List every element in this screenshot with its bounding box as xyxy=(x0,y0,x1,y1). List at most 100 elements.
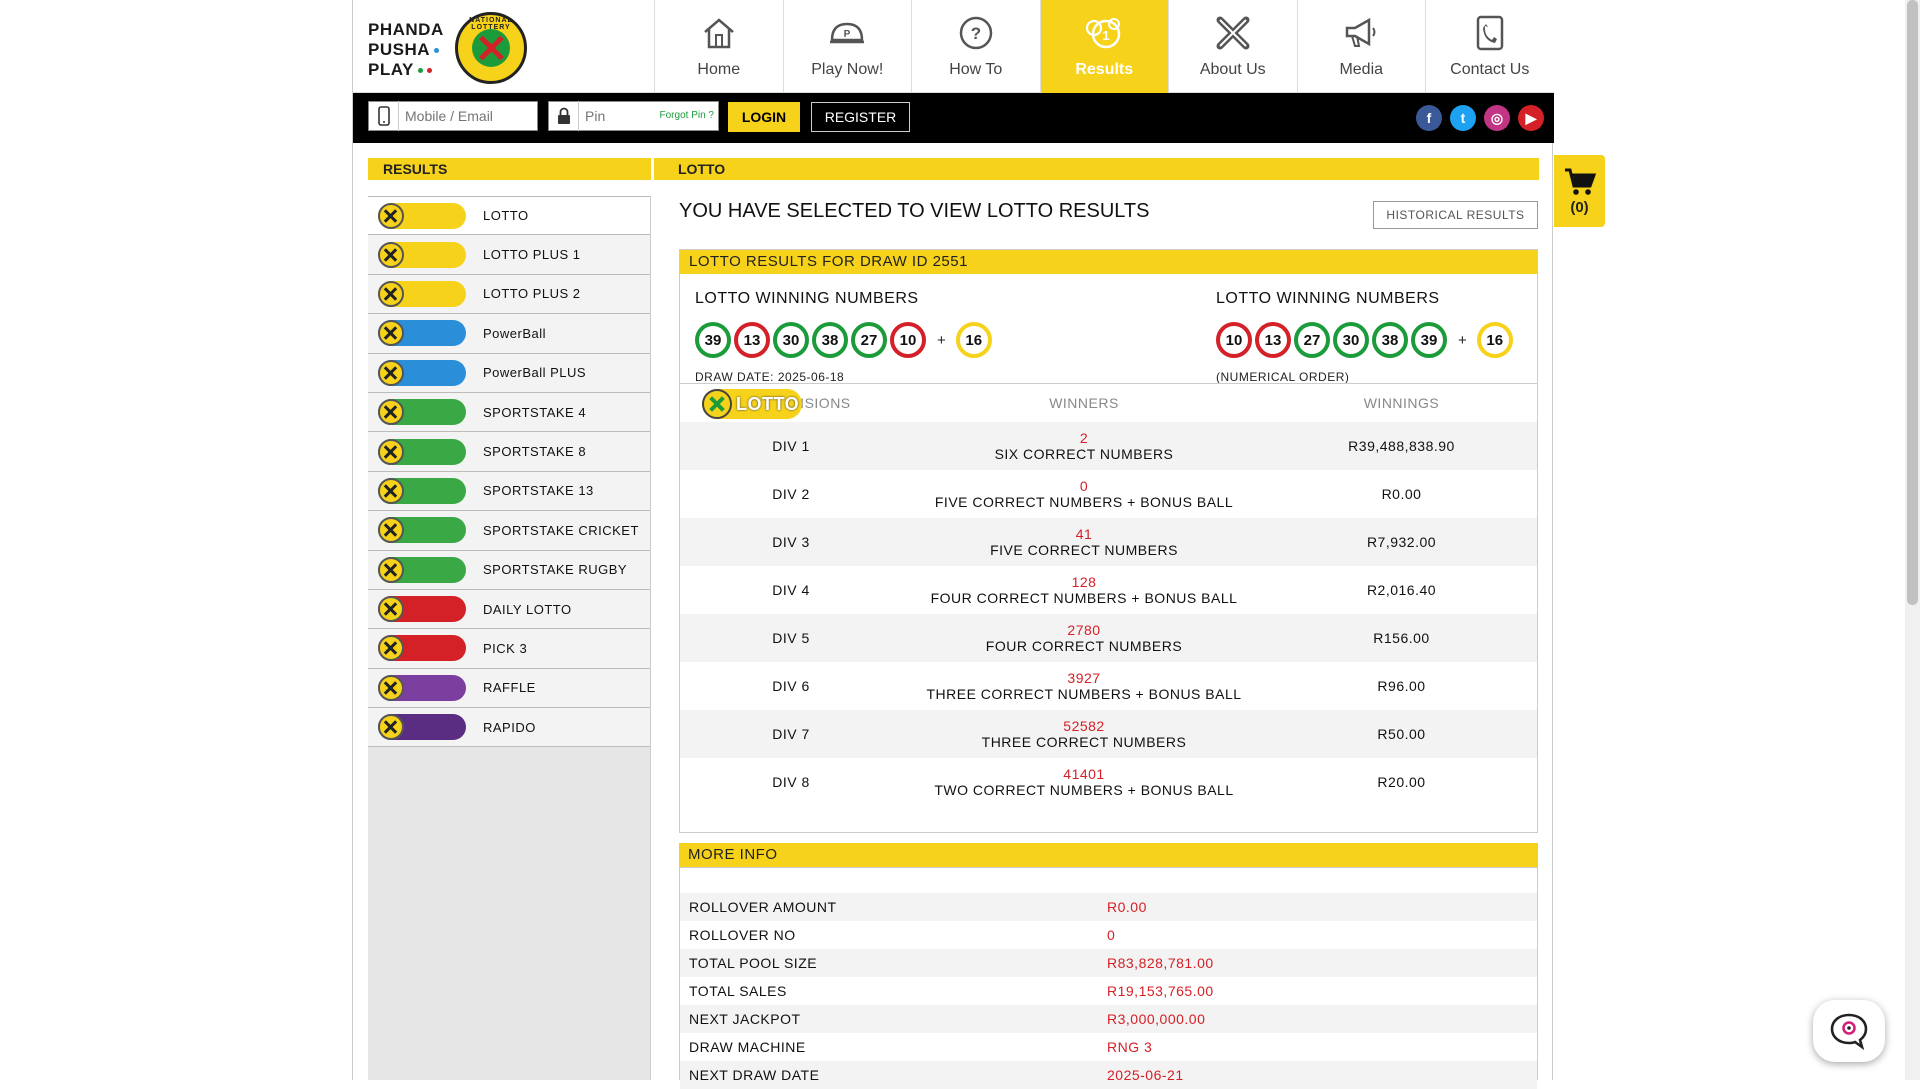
more-info-label: DRAW MACHINE xyxy=(689,1039,806,1055)
lottery-x-icon xyxy=(378,556,404,583)
nav-item-how-to[interactable]: ? How To xyxy=(911,0,1040,93)
twitter-icon[interactable]: t xyxy=(1450,105,1476,131)
results-icon: 1 xyxy=(1084,13,1124,53)
more-info-label: NEXT DRAW DATE xyxy=(689,1067,820,1083)
sidebar-item-label: DAILY LOTTO xyxy=(483,601,572,617)
svg-text:?: ? xyxy=(971,24,981,43)
lottery-x-icon xyxy=(378,359,404,386)
sidebar-item-lotto-plus-1[interactable]: LOTTO PLUS 1 xyxy=(368,235,650,275)
nav-item-media[interactable]: Media xyxy=(1296,0,1426,93)
division-description: FIVE CORRECT NUMBERS + BONUS BALL xyxy=(934,494,1234,510)
sidebar-item-sportstake-cricket[interactable]: SPORTSTAKE CRICKET xyxy=(368,511,650,551)
page-scrollbar[interactable] xyxy=(1905,0,1920,1080)
logo-line-1: PHANDA xyxy=(368,20,444,39)
nav-item-home[interactable]: Home xyxy=(654,0,783,93)
forgot-pin-link[interactable]: Forgot Pin ? xyxy=(660,110,714,121)
sidebar-item-pick-3[interactable]: PICK 3 xyxy=(368,629,650,669)
nav-label: Contact Us xyxy=(1450,61,1530,78)
more-info-label: ROLLOVER AMOUNT xyxy=(689,899,837,915)
draw-results-panel: LOTTO RESULTS FOR DRAW ID 2551 LOTTO WIN… xyxy=(679,249,1538,833)
pin-field[interactable]: Forgot Pin ? xyxy=(548,101,719,131)
facebook-icon[interactable]: f xyxy=(1416,105,1442,131)
winnings-amount: R2,016.40 xyxy=(1366,582,1437,598)
lotto-ball: 39 xyxy=(695,322,731,358)
more-info-row: NEXT JACKPOT R3,000,000.00 xyxy=(680,1005,1537,1033)
sidebar-item-sportstake-13[interactable]: SPORTSTAKE 13 xyxy=(368,471,650,512)
play-icon: P xyxy=(827,13,867,53)
winning-numbers-title: LOTTO WINNING NUMBERS xyxy=(695,290,919,307)
division-name: DIV 2 xyxy=(772,486,810,502)
sidebar-item-daily-lotto[interactable]: DAILY LOTTO xyxy=(368,589,650,630)
sidebar-item-raffle[interactable]: RAFFLE xyxy=(368,668,650,709)
draw-date: DRAW DATE: 2025-06-18 xyxy=(695,370,845,384)
sidebar-item-powerball[interactable]: PowerBall xyxy=(368,314,650,354)
plus-sign: + xyxy=(937,331,946,349)
winnings-amount: R96.00 xyxy=(1377,678,1426,694)
sidebar-item-rapido[interactable]: RAPIDO xyxy=(368,708,650,748)
youtube-icon[interactable]: ▶ xyxy=(1518,105,1544,131)
division-name: DIV 8 xyxy=(772,774,810,790)
table-row: DIV 1 2 SIX CORRECT NUMBERS R39,488,838.90 xyxy=(680,422,1537,470)
nav-item-results[interactable]: 1 Results xyxy=(1039,0,1168,93)
mobile-phone-icon xyxy=(369,101,399,131)
lotto-ball: 27 xyxy=(1294,322,1330,358)
bonus-ball: 16 xyxy=(955,322,992,358)
sidebar-item-powerball-plus[interactable]: PowerBall PLUS xyxy=(368,353,650,393)
mobile-email-field[interactable] xyxy=(368,101,538,131)
sidebar-item-label: SPORTSTAKE CRICKET xyxy=(483,522,639,538)
lottery-x-icon xyxy=(378,280,404,307)
nav-label: About Us xyxy=(1199,61,1266,78)
winners-count: 3927 xyxy=(1067,670,1101,686)
page-title: YOU HAVE SELECTED TO VIEW LOTTO RESULTS xyxy=(679,200,1150,222)
lotto-logo: LOTTO xyxy=(702,389,802,419)
chat-bubble-icon xyxy=(1830,1013,1868,1050)
nav-label: Media xyxy=(1339,61,1384,78)
sidebar-item-sportstake-rugby[interactable]: SPORTSTAKE RUGBY xyxy=(368,550,650,590)
nav-item-about-us[interactable]: About Us xyxy=(1168,0,1297,93)
site-logo-text[interactable]: PHANDA PUSHA PLAY xyxy=(368,20,444,80)
table-row: DIV 3 41 FIVE CORRECT NUMBERS R7,932.00 xyxy=(680,518,1537,566)
lottery-x-icon xyxy=(378,477,404,504)
more-info-row: ROLLOVER AMOUNT R0.00 xyxy=(680,893,1537,921)
more-info-label: NEXT JACKPOT xyxy=(689,1011,801,1027)
chat-button[interactable] xyxy=(1813,1000,1885,1062)
winners-count: 0 xyxy=(1079,478,1089,494)
sidebar-item-lotto[interactable]: LOTTO xyxy=(368,196,650,236)
pin-input[interactable] xyxy=(579,103,643,129)
division-description: THREE CORRECT NUMBERS xyxy=(981,734,1187,750)
lotto-ball: 39 xyxy=(1411,322,1447,358)
instagram-icon[interactable]: ◎ xyxy=(1484,105,1510,131)
sidebar-item-sportstake-8[interactable]: SPORTSTAKE 8 xyxy=(368,432,650,472)
nav-item-play-now[interactable]: P Play Now! xyxy=(782,0,912,93)
home-icon xyxy=(699,13,739,53)
login-button[interactable]: LOGIN xyxy=(728,102,800,132)
sidebar-item-label: SPORTSTAKE 4 xyxy=(483,404,587,420)
nav-item-contact-us[interactable]: Contact Us xyxy=(1425,0,1554,93)
winnings-amount: R20.00 xyxy=(1377,774,1426,790)
sidebar-item-sportstake-4[interactable]: SPORTSTAKE 4 xyxy=(368,392,650,433)
svg-text:1: 1 xyxy=(1103,28,1110,43)
scrollbar-thumb[interactable] xyxy=(1907,0,1918,605)
historical-results-button[interactable]: HISTORICAL RESULTS xyxy=(1373,201,1538,229)
lottery-x-icon xyxy=(378,674,404,701)
register-button[interactable]: REGISTER xyxy=(811,102,910,132)
lotto-ball: 10 xyxy=(1216,322,1252,358)
sidebar-item-lotto-plus-2[interactable]: LOTTO PLUS 2 xyxy=(368,274,650,315)
more-info-label: TOTAL SALES xyxy=(689,983,787,999)
winners-column-header: WINNERS xyxy=(1049,395,1119,411)
about-icon xyxy=(1213,13,1253,53)
game-logo xyxy=(378,399,466,426)
site-header: PHANDA PUSHA PLAY NATIONAL LOTTERY Home P… xyxy=(353,0,1554,93)
cart-button[interactable]: (0) xyxy=(1554,155,1605,227)
bonus-ball: 16 xyxy=(1476,322,1513,358)
blue-dot-icon xyxy=(434,48,440,54)
logo-line-2: PUSHA xyxy=(368,40,431,59)
more-info-row: ROLLOVER NO 0 xyxy=(680,921,1537,949)
winning-numbers-title: LOTTO WINNING NUMBERS xyxy=(1216,290,1440,307)
division-name: DIV 7 xyxy=(772,726,810,742)
draw-heading: LOTTO RESULTS FOR DRAW ID 2551 xyxy=(680,250,1537,274)
national-lottery-logo[interactable]: NATIONAL LOTTERY xyxy=(455,12,527,84)
mobile-email-input[interactable] xyxy=(399,103,535,129)
game-logo xyxy=(378,556,466,583)
lottery-x-icon xyxy=(378,438,404,465)
